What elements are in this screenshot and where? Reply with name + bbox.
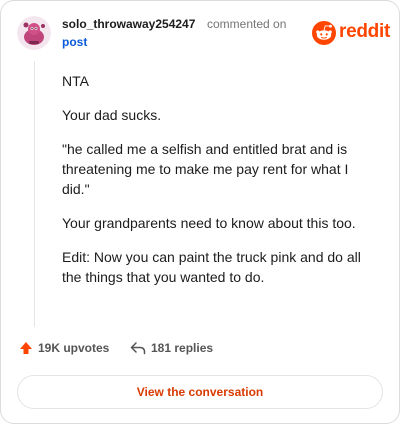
comment-body: NTA Your dad sucks. "he called me a self… — [62, 71, 367, 301]
view-conversation-button[interactable]: View the conversation — [17, 375, 383, 409]
reddit-wordmark: reddit — [339, 21, 390, 42]
comment-footer: 19K upvotes 181 replies — [19, 341, 379, 363]
comment-paragraph: Your dad sucks. — [62, 107, 162, 123]
post-link[interactable]: post — [62, 35, 87, 49]
avatar[interactable] — [17, 16, 51, 50]
embedded-comment-card: solo_throwaway254247 commented on post r… — [0, 0, 400, 424]
upvote-button[interactable]: 19K upvotes — [19, 341, 109, 355]
username[interactable]: solo_throwaway254247 — [62, 17, 195, 31]
upvote-count: 19K upvotes — [38, 341, 110, 355]
reply-count: 181 replies — [151, 341, 214, 355]
comment-paragraph: Edit: Now you can paint the truck pink a… — [62, 249, 361, 285]
comment-paragraph: Your grandparents need to know about thi… — [62, 215, 356, 231]
comment-paragraph: NTA — [62, 73, 89, 89]
commented-on-text: commented on — [207, 17, 287, 31]
upvote-arrow-icon — [20, 342, 32, 354]
replies-button[interactable]: 181 replies — [130, 341, 213, 355]
reply-arrow-icon — [130, 342, 146, 355]
comment-paragraph: "he called me a selfish and entitled bra… — [62, 141, 349, 197]
thread-line — [34, 61, 35, 327]
